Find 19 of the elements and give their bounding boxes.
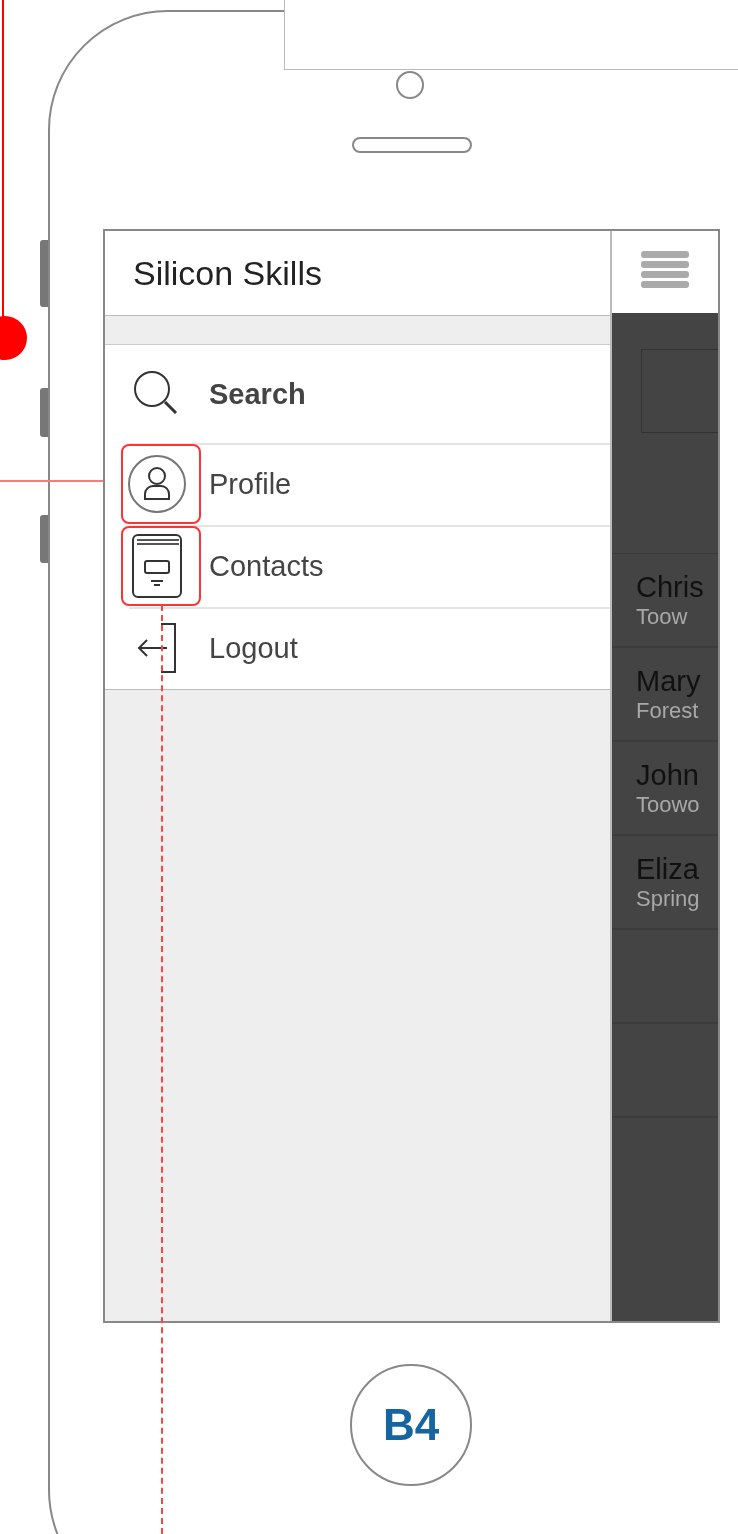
menu-item[interactable]: Logout — [105, 607, 610, 689]
app-title: Silicon Skills — [133, 253, 322, 293]
camera-icon — [396, 71, 424, 99]
side-button[interactable] — [40, 240, 48, 307]
contact-place: Spring — [636, 885, 701, 912]
contact-place: Forest — [636, 697, 700, 724]
side-button[interactable] — [40, 388, 48, 437]
contact-place: Toowo — [636, 791, 701, 818]
speaker-icon — [352, 137, 472, 153]
contact-book-icon — [131, 533, 183, 599]
contact-place: Toow — [636, 603, 689, 630]
home-button[interactable]: B4 — [350, 1364, 472, 1486]
logout-icon — [135, 622, 179, 674]
menu-item[interactable]: Search — [105, 345, 610, 443]
menu-item[interactable]: Contacts — [105, 525, 610, 607]
person-icon — [127, 454, 187, 514]
side-button[interactable] — [40, 515, 48, 563]
menu-icon[interactable] — [641, 251, 689, 289]
menu-item[interactable]: Profile — [105, 443, 610, 525]
